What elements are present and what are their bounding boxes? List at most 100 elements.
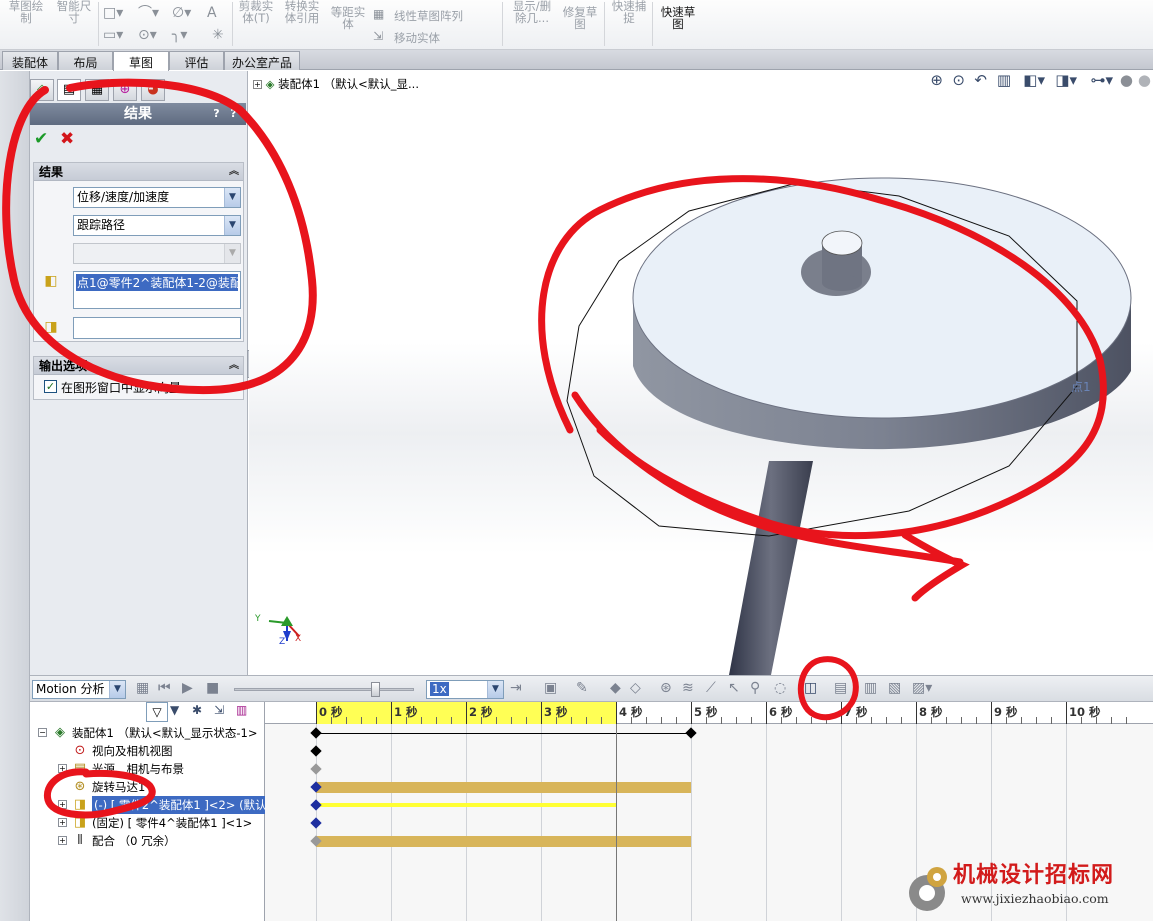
smart-dimension-button[interactable]: 智能尺 寸: [52, 0, 96, 24]
chevron-down-icon[interactable]: ▼: [109, 681, 125, 698]
display-delete-relations-button[interactable]: 显示/删 除几...: [508, 0, 556, 24]
chevron-down-icon[interactable]: ▼: [487, 681, 503, 698]
filter-selected-icon[interactable]: ✱: [192, 703, 202, 717]
mates-duration-bar[interactable]: [316, 835, 691, 847]
collapse-chevron-icon[interactable]: ︽: [229, 163, 239, 181]
quick-snaps-button[interactable]: 快速捕 捉: [608, 0, 650, 24]
chevron-down-icon[interactable]: ▼: [224, 216, 240, 235]
playback-slider[interactable]: [234, 682, 414, 697]
convert-entities-button[interactable]: 转换实 体引用: [280, 0, 324, 24]
time-bar[interactable]: [616, 724, 617, 921]
rectangle-icon[interactable]: □▾: [103, 6, 123, 20]
selected-entity-item[interactable]: 点1@零件2^装配体1-2@装配体: [76, 274, 238, 291]
motor-icon[interactable]: ⊛: [660, 680, 672, 696]
sketch-button[interactable]: 草图绘 制: [4, 0, 48, 24]
play-from-start-icon[interactable]: ⏮: [158, 680, 171, 696]
playback-speed-select[interactable]: 1x ▼: [426, 680, 504, 699]
selected-entities-list[interactable]: 点1@零件2^装配体1-2@装配体: [73, 271, 241, 309]
linear-pattern-button[interactable]: 线性草图阵列: [394, 8, 463, 24]
output-options-header[interactable]: 输出选项 ︽: [34, 357, 243, 375]
results-group-header[interactable]: 结果 ︽: [34, 163, 243, 181]
dimxpert-tab-icon[interactable]: ⊕: [113, 79, 137, 101]
question-icon[interactable]: ?: [226, 106, 241, 121]
collapse-minus-icon[interactable]: −: [38, 728, 47, 737]
part4-key[interactable]: [310, 817, 322, 829]
point-icon[interactable]: ✳: [212, 28, 224, 42]
sort-icon[interactable]: ▥: [236, 703, 247, 717]
repair-sketch-button[interactable]: 修复草 图: [558, 6, 602, 30]
assembly-end-key[interactable]: [685, 727, 697, 739]
assembly-start-key[interactable]: [310, 727, 322, 739]
save-animation-icon[interactable]: ▣: [544, 680, 557, 696]
config-manager-tab-icon[interactable]: ▦: [85, 79, 109, 101]
motion-study-properties-icon[interactable]: ▤: [834, 680, 847, 696]
display-manager-tab-icon[interactable]: ◕: [141, 79, 165, 101]
timeline-ruler[interactable]: 0 秒1 秒2 秒3 秒4 秒5 秒6 秒7 秒8 秒9 秒 10 秒: [265, 702, 1153, 724]
motion-tree-row[interactable]: + ⫴ 配合 （0 冗余）: [30, 832, 265, 850]
circle-icon[interactable]: ⊙▾: [138, 28, 157, 42]
motion-tree-row[interactable]: ⊙ 视向及相机视图: [30, 742, 265, 760]
tab-layout[interactable]: 布局: [58, 51, 113, 70]
lights-key[interactable]: [310, 763, 322, 775]
part2-calculated-bar[interactable]: [316, 803, 616, 807]
zoom-timeline-icon[interactable]: ▨▾: [912, 680, 932, 696]
ok-check-icon[interactable]: ✔: [34, 129, 48, 149]
show-vector-checkbox[interactable]: ✓: [44, 380, 57, 393]
slot-icon[interactable]: ⌒▾: [138, 6, 159, 20]
tab-office-products[interactable]: 办公室产品: [224, 51, 300, 70]
spring-icon[interactable]: ≋: [682, 680, 694, 696]
expand-plus-icon[interactable]: +: [58, 818, 67, 827]
expand-plus-icon[interactable]: +: [58, 764, 67, 773]
motion-tree-row[interactable]: ⊛ 旋转马达1: [30, 778, 265, 796]
quick-sketch-button[interactable]: 快速草 图: [656, 6, 700, 30]
reference-component-field[interactable]: [73, 317, 241, 339]
motion-tree-row[interactable]: − ◈ 装配体1 （默认<默认_显示状态-1>: [30, 724, 265, 742]
polygon-icon[interactable]: ▭▾: [103, 28, 123, 42]
calculate-icon[interactable]: ▦: [136, 680, 149, 696]
motion-tree-row[interactable]: + ▤ 光源、相机与布景: [30, 760, 265, 778]
force-icon[interactable]: ↖: [728, 680, 740, 696]
part2-key[interactable]: [310, 799, 322, 811]
stop-icon[interactable]: ■: [206, 680, 219, 696]
add-key-icon[interactable]: ◇: [630, 680, 641, 696]
tab-sketch[interactable]: 草图: [113, 51, 169, 71]
cancel-x-icon[interactable]: ✖: [60, 129, 74, 149]
offset-entities-button[interactable]: 等距实 体: [328, 6, 368, 30]
feature-tree-tab-icon[interactable]: ◈: [30, 79, 54, 101]
property-manager-tab-icon[interactable]: ▤: [57, 79, 81, 101]
fillet-icon[interactable]: ╮▾: [172, 28, 187, 42]
study-type-select[interactable]: Motion 分析 ▼: [32, 680, 126, 699]
filter-icon[interactable]: ▧: [888, 680, 901, 696]
trim-button[interactable]: 剪裁实 体(T): [236, 0, 276, 24]
motor-duration-bar[interactable]: [316, 781, 691, 793]
tab-evaluate[interactable]: 评估: [169, 51, 224, 70]
playback-slider-handle[interactable]: [371, 682, 380, 697]
results-and-plots-icon[interactable]: ◫: [804, 680, 817, 696]
expand-plus-icon[interactable]: +: [58, 836, 67, 845]
playback-mode-icon[interactable]: ⇥: [510, 680, 522, 696]
gravity-icon[interactable]: ◌: [774, 680, 786, 696]
autokey-icon[interactable]: ◆: [610, 680, 621, 696]
text-icon[interactable]: A: [207, 6, 217, 20]
expand-plus-icon[interactable]: +: [58, 800, 67, 809]
chevron-down-icon[interactable]: ▼: [224, 188, 240, 207]
tab-assembly[interactable]: 装配体: [2, 51, 58, 70]
motion-tree-row[interactable]: + ◨ (固定) [ 零件4^装配体1 ]<1>: [30, 814, 265, 832]
result-subtype-select[interactable]: 跟踪路径 ▼: [73, 215, 241, 236]
filter-animated-icon[interactable]: ▽: [146, 702, 168, 722]
result-category-select[interactable]: 位移/速度/加速度 ▼: [73, 187, 241, 208]
help-icon[interactable]: ?: [209, 106, 224, 121]
play-icon[interactable]: ▶: [182, 680, 193, 696]
motion-tree-row[interactable]: + ◨ (-) [ 零件2^装配体1 ]<2> (默认: [30, 796, 269, 814]
contact-icon[interactable]: ⚲: [750, 680, 760, 696]
filter-results-icon[interactable]: ⇲: [214, 703, 224, 717]
collapse-chevron-icon[interactable]: ︽: [229, 357, 239, 375]
damper-icon[interactable]: ⟋: [706, 680, 716, 696]
move-entities-button[interactable]: 移动实体: [394, 30, 440, 46]
spline-icon[interactable]: ∅▾: [172, 6, 191, 20]
graphics-area[interactable]: + ◈ 装配体1 （默认<默认_显... ⊕ ⊙ ↶ ▥ ◧▾ ◨▾ ⊶▾ ● …: [249, 71, 1153, 675]
collapse-motion-manager-icon[interactable]: ▥: [864, 680, 877, 696]
view-camera-key[interactable]: [310, 745, 322, 757]
animation-wizard-icon[interactable]: ✎: [576, 680, 588, 696]
filter-driving-icon[interactable]: ▼: [170, 703, 179, 717]
